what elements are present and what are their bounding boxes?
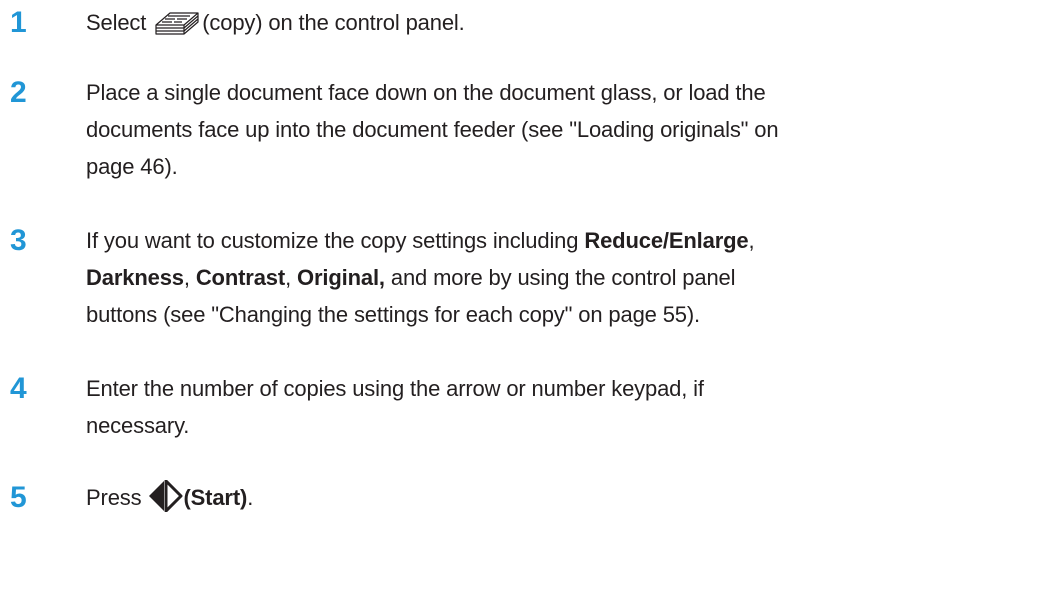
step-text: Enter the number of copies using the arr… [86,370,1016,444]
step-text-end: . [247,485,254,510]
step-text: Place a single document face down on the… [86,74,1016,185]
step-number: 4 [10,372,27,405]
step-line: page 46). [86,154,178,179]
step-line: Place a single document face down on the… [86,80,766,105]
step-text-start: Press [86,485,148,510]
step-line: Enter the number of copies using the arr… [86,376,704,401]
step-number: 1 [10,6,27,39]
step-line: documents face up into the document feed… [86,117,779,142]
step-line: Darkness, Contrast, Original, and more b… [86,259,1016,296]
step-number: 3 [10,224,27,257]
text-run: , [285,265,297,290]
text-run: , [748,228,755,253]
start-label: (Start) [183,485,248,510]
step-line: necessary. [86,413,190,438]
step-text: If you want to customize the copy settin… [86,222,1016,333]
step-number: 2 [10,76,27,109]
step-text-end: (copy) on the control panel. [202,10,465,35]
text-run: and more by using the control panel [384,265,736,290]
step-number: 5 [10,481,27,514]
original-label: Original, [297,265,385,290]
contrast-label: Contrast [195,265,286,290]
reduce-enlarge-label: Reduce/Enlarge [584,228,749,253]
copy-icon [152,7,202,48]
step-line: If you want to customize the copy settin… [86,222,1016,259]
step-text-start: Select [86,10,153,35]
start-icon [147,479,183,523]
step-text: Select (copy) on the control panel. [86,4,1016,48]
darkness-label: Darkness [86,265,184,290]
step-text: Press (Start). [86,479,1016,523]
step-line: buttons (see "Changing the settings for … [86,302,701,327]
text-run: If you want to customize the copy settin… [86,228,585,253]
text-run: , [183,265,196,290]
